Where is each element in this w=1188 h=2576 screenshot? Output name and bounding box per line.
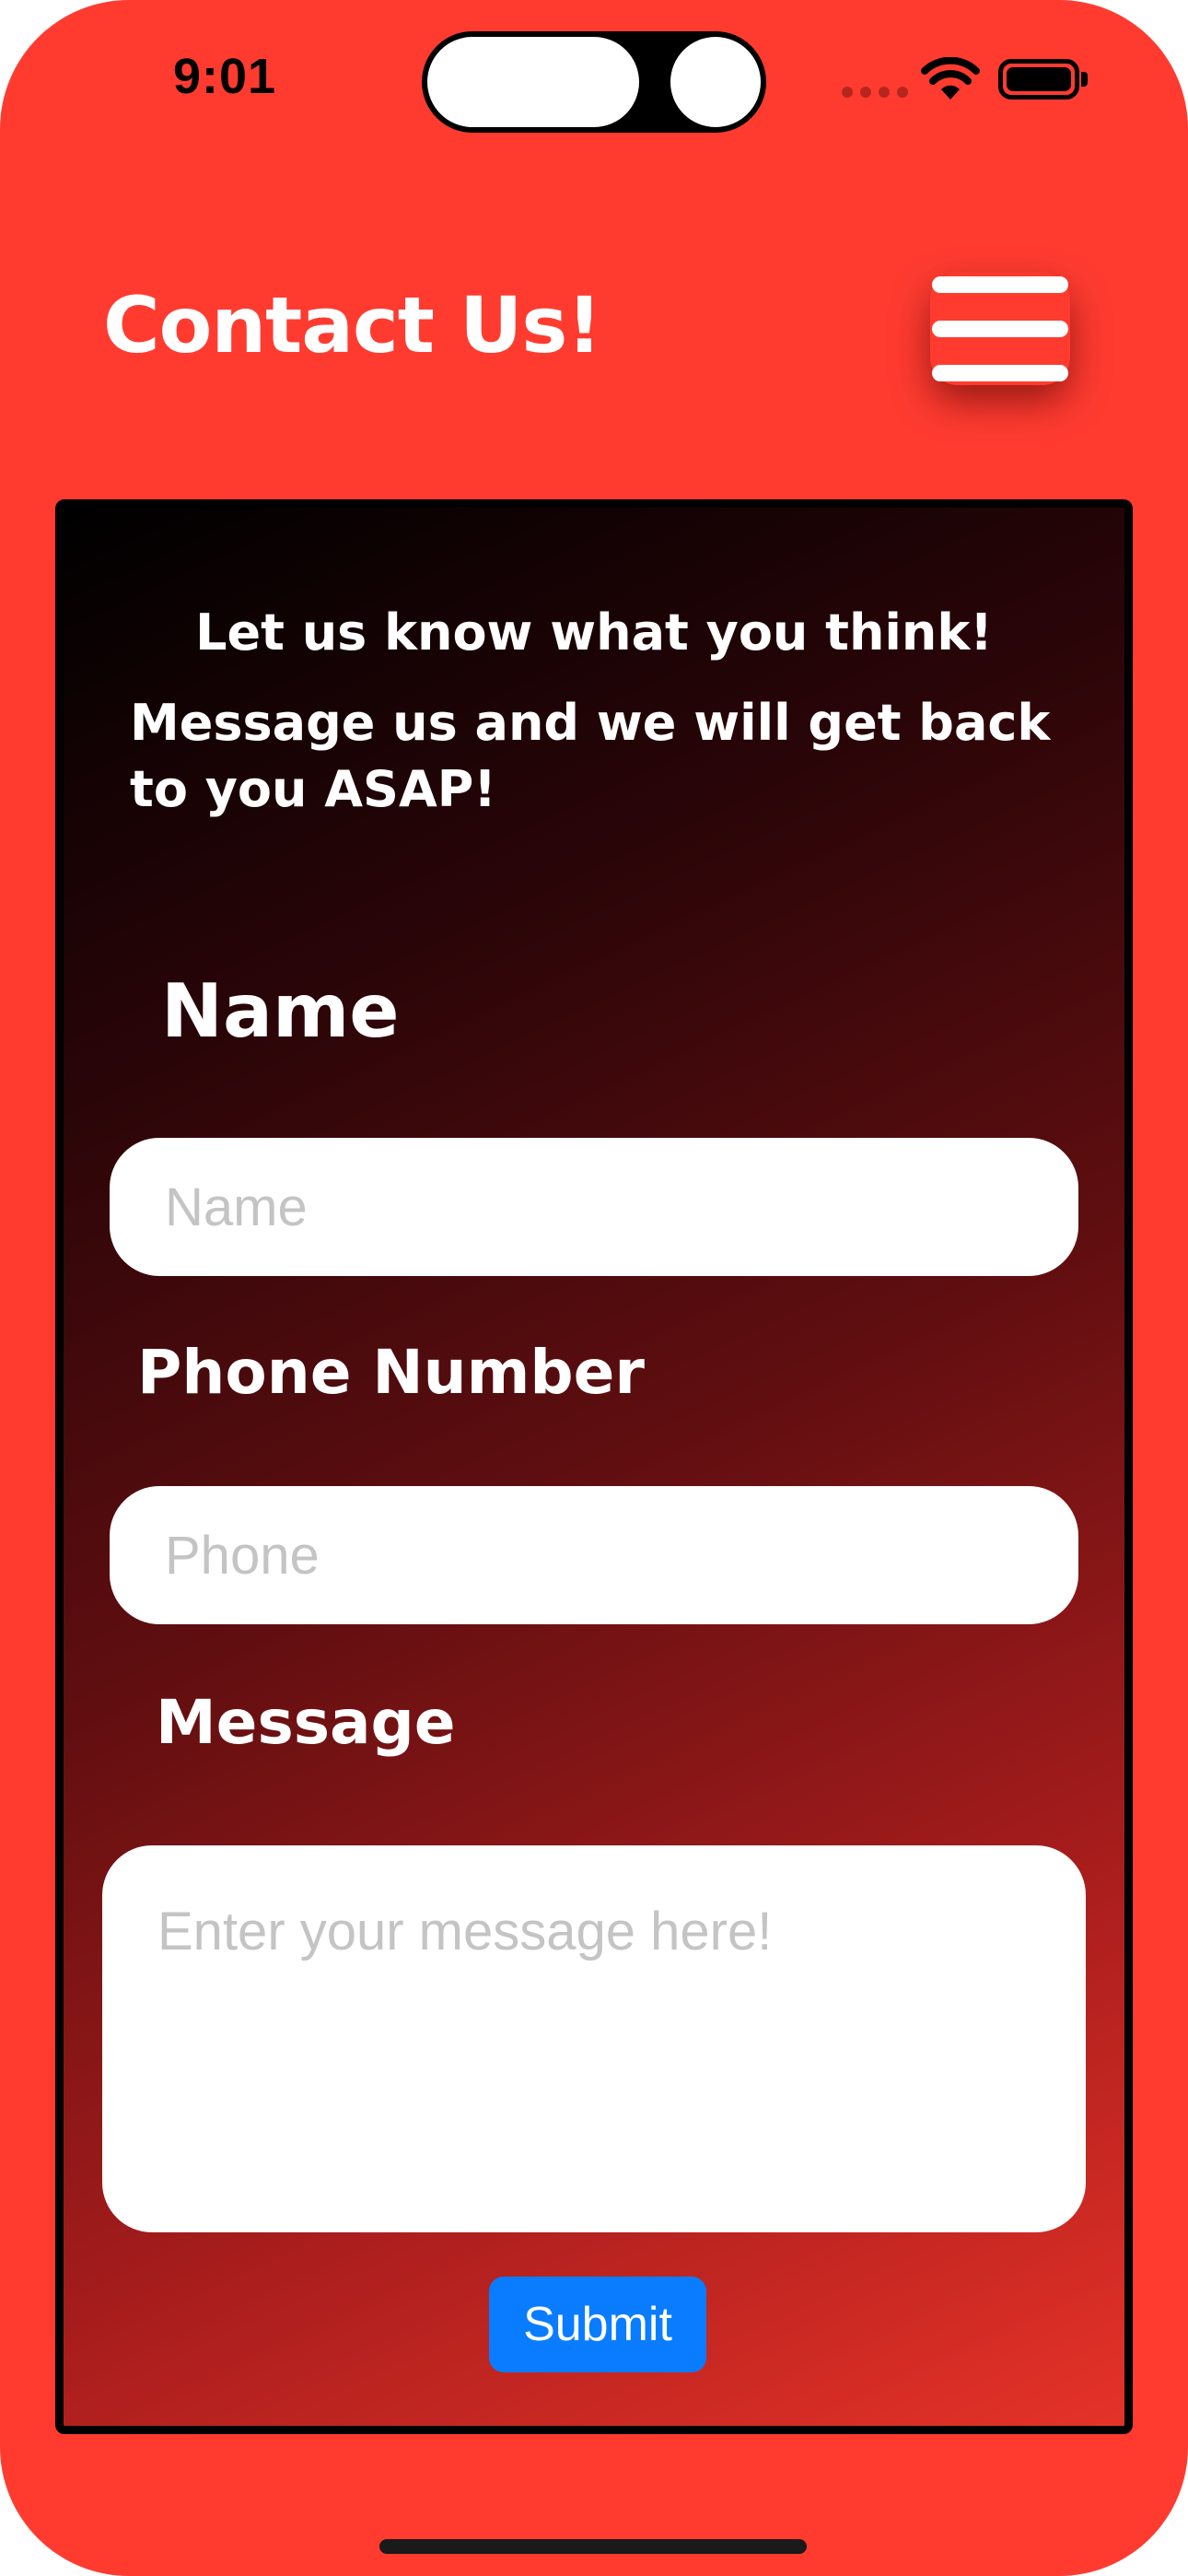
status-time: 9:01 [173, 49, 277, 104]
dynamic-island-camera [670, 37, 761, 127]
card-subheading: Message us and we will get back to you A… [130, 694, 1051, 818]
phone-screen: 9:01 Contact Us! Let us know what you th… [0, 0, 1188, 2576]
phone-input[interactable] [110, 1486, 1078, 1624]
home-indicator[interactable] [379, 2539, 807, 2554]
name-label: Name [161, 968, 400, 1054]
message-textarea[interactable] [102, 1845, 1086, 2232]
message-label: Message [156, 1687, 456, 1758]
submit-button[interactable]: Submit [489, 2277, 706, 2372]
dynamic-island [422, 31, 766, 133]
card-heading: Let us know what you think! [195, 603, 993, 662]
contact-form-card: Let us know what you think! Message us a… [55, 499, 1133, 2434]
page-title: Contact Us! [103, 280, 602, 370]
dynamic-island-activity [427, 37, 639, 127]
battery-cap [1081, 72, 1088, 87]
phone-label: Phone Number [137, 1337, 645, 1408]
cellular-icon [842, 87, 908, 98]
hamburger-menu-icon[interactable] [930, 273, 1070, 385]
name-input[interactable] [110, 1138, 1078, 1276]
wifi-icon [921, 57, 980, 100]
battery-icon [998, 59, 1079, 100]
